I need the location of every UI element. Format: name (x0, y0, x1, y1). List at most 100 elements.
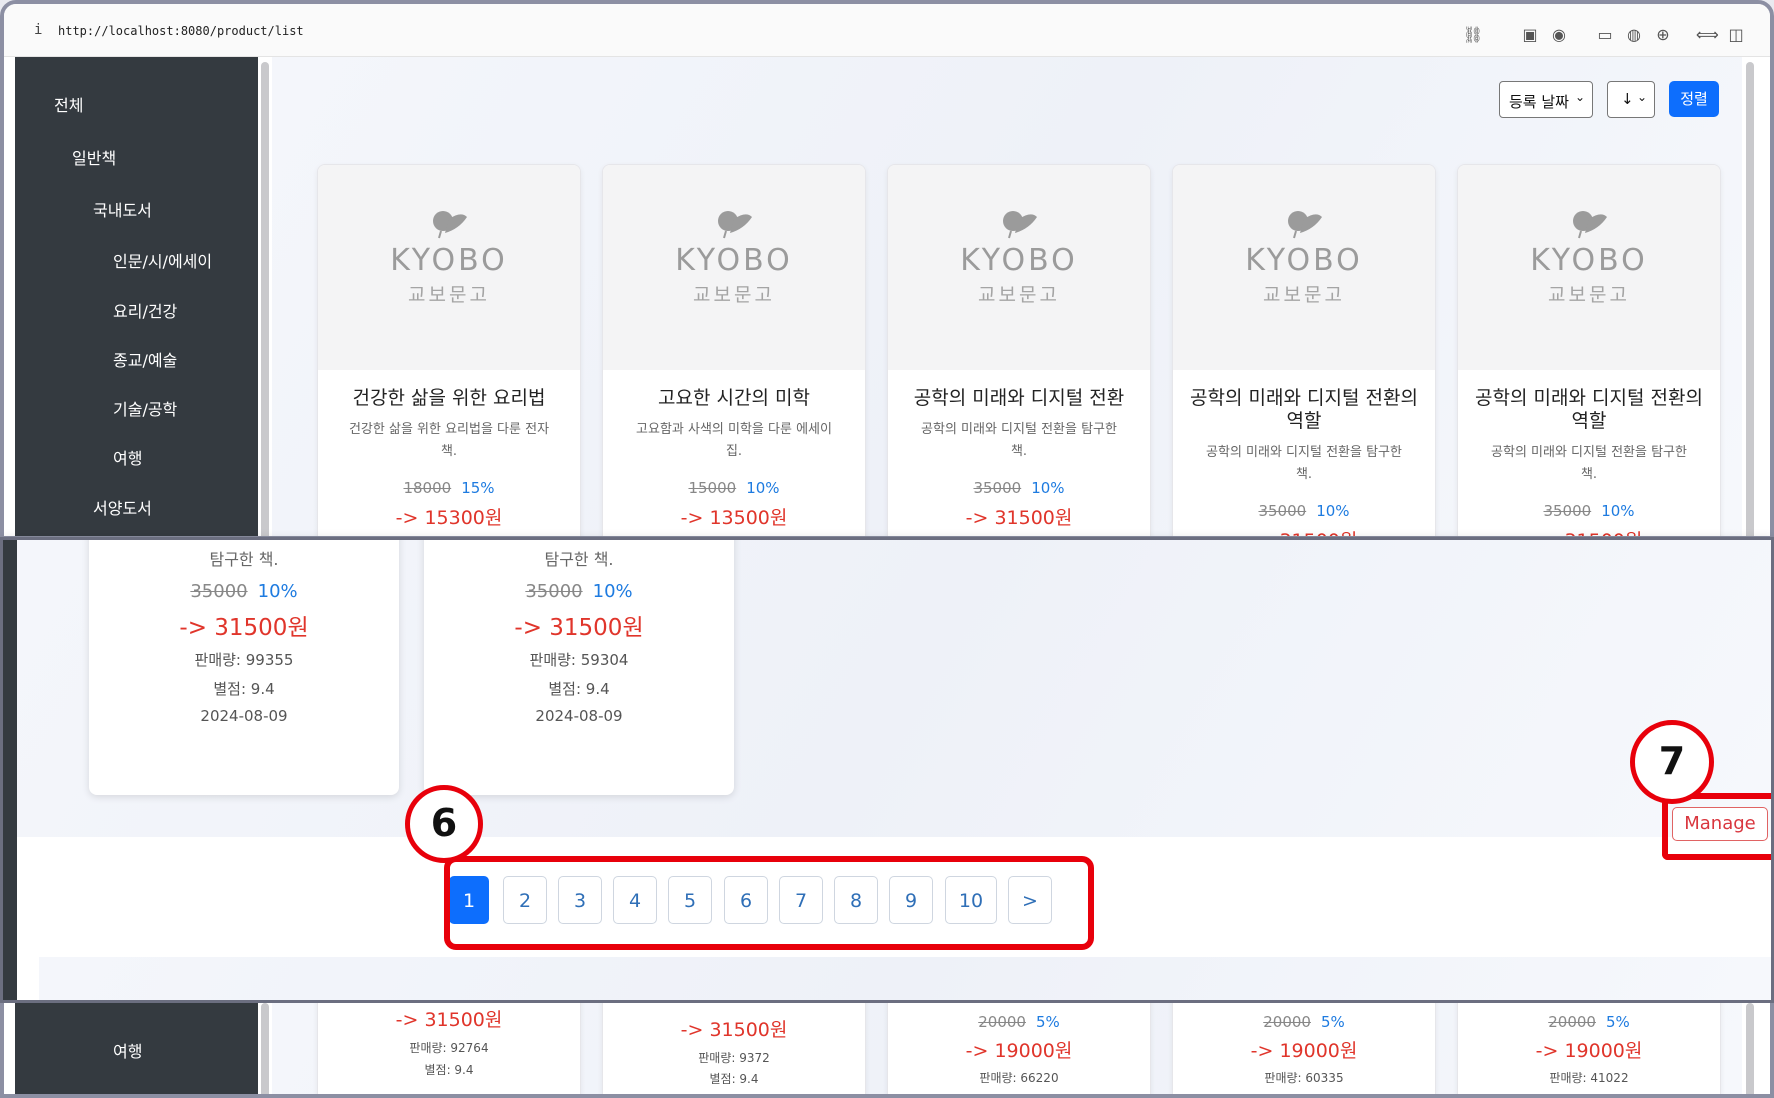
original-price: 35000 (973, 479, 1022, 497)
original-price: 20000 (1548, 1013, 1596, 1031)
product-card[interactable]: 탐구한 책. 35000 10% -> 31500원 판매량: 59304 별점:… (424, 540, 734, 795)
original-price: 35000 (190, 581, 248, 602)
globe-icon[interactable]: ◍ (1623, 24, 1645, 46)
final-price: -> 13500원 (680, 507, 788, 529)
product-description: 공학의 미래와 디지털 전환을 탐구한 책. (921, 422, 1117, 459)
final-price: -> 31500원 (179, 615, 309, 641)
sales-count: 판매량: 59304 (529, 651, 629, 669)
product-card[interactable]: 20000 5% -> 19000원 판매량: 41022 (1457, 1003, 1721, 1094)
sort-button[interactable]: 정렬 (1669, 81, 1719, 117)
product-card[interactable]: 20000 5% -> 19000원 판매량: 60335 (1172, 1003, 1436, 1094)
original-price: 35000 (1258, 502, 1307, 520)
original-price: 35000 (1543, 502, 1592, 520)
sidebar-item-travel[interactable]: 여행 (113, 1038, 142, 1062)
product-card[interactable]: KYOBO 교보문고 공학의 미래와 디지털 전환 공학의 미래와 디지털 전환… (887, 164, 1151, 536)
product-title: 공학의 미래와 디지털 전환 (913, 387, 1125, 409)
sidebar-scrollbar[interactable] (261, 1003, 269, 1094)
crosshair-icon[interactable]: ⊕ (1652, 24, 1674, 46)
sort-field-value: 등록 날짜 (1509, 93, 1569, 111)
product-card[interactable]: -> 31500원 판매량: 9372 별점: 9.4 (602, 1003, 866, 1094)
price-row: 35000 10% (424, 581, 734, 602)
discount-rate: 10% (1601, 502, 1635, 520)
discount-rate: 5% (1605, 1013, 1630, 1031)
price-row: 35000 10% (1458, 502, 1720, 520)
sidebar-item-all[interactable]: 전체 (54, 92, 83, 116)
bird-logo-icon (433, 211, 467, 239)
discount-rate: 5% (1035, 1013, 1060, 1031)
address-bar[interactable]: i http://localhost:8080/product/list ⛓ ▣… (4, 4, 1770, 57)
main-scrollbar[interactable] (1746, 62, 1754, 536)
product-card[interactable]: 20000 5% -> 19000원 판매량: 66220 (887, 1003, 1151, 1094)
logo-korean: 교보문고 (408, 284, 490, 306)
final-price: -> 31500원 (965, 507, 1073, 529)
logo-english: KYOBO (390, 243, 508, 278)
code-icon[interactable]: ⟺ (1696, 24, 1719, 46)
product-card[interactable]: 탐구한 책. 35000 10% -> 31500원 판매량: 99355 별점:… (89, 540, 399, 795)
product-description: 공학의 미래와 디지털 전환을 탐구한 책. (1206, 445, 1402, 482)
product-image: KYOBO 교보문고 (318, 165, 580, 370)
split-view-icon[interactable]: ◫ (1725, 24, 1747, 46)
bird-logo-icon (1003, 211, 1037, 239)
screenshot-icon[interactable]: ▣ (1519, 24, 1541, 46)
rating: 별점: 9.4 (213, 680, 275, 698)
price-row: 20000 5% (888, 1013, 1150, 1031)
sidebar-edge (3, 540, 17, 1000)
product-description: 공학의 미래와 디지털 전환을 탐구한 책. (1491, 445, 1687, 482)
bird-logo-icon (718, 211, 752, 239)
product-title: 건강한 삶을 위한 요리법 (352, 387, 546, 409)
camera-icon[interactable]: ◉ (1548, 24, 1570, 46)
sidebar-item-domestic[interactable]: 국내도서 (93, 197, 152, 221)
logo-english: KYOBO (1530, 243, 1648, 278)
logo-korean: 교보문고 (693, 284, 775, 306)
sidebar-item-humanities[interactable]: 인문/시/에세이 (113, 248, 212, 272)
sort-direction-value: ↓ (1621, 90, 1634, 108)
release-date: 2024-08-09 (535, 707, 623, 725)
rating: 별점: 9.4 (424, 1063, 474, 1077)
final-price: -> 19000원 (1535, 1040, 1643, 1062)
original-price: 20000 (978, 1013, 1026, 1031)
sidebar-item-religion-art[interactable]: 종교/예술 (113, 347, 177, 371)
info-icon[interactable]: i (34, 22, 42, 38)
sort-direction-select[interactable]: ↓ ⌄ (1607, 81, 1655, 118)
product-description: 고요함과 사색의 미학을 다룬 에세이집. (636, 422, 832, 459)
final-price: -> 15300원 (395, 507, 503, 529)
product-title: 공학의 미래와 디지털 전환의 역할 (1475, 387, 1703, 432)
product-image: KYOBO 교보문고 (603, 165, 865, 370)
main-scrollbar[interactable] (1746, 1003, 1754, 1094)
sidebar-item-cooking[interactable]: 요리/건강 (113, 298, 177, 322)
category-sidebar: 여행 (15, 1003, 258, 1094)
product-list-area-lower (39, 957, 1771, 1000)
sidebar-item-general-books[interactable]: 일반책 (72, 145, 116, 169)
logo-korean: 교보문고 (978, 284, 1060, 306)
original-price: 15000 (688, 479, 737, 497)
product-title: 고요한 시간의 미학 (658, 387, 810, 409)
product-description-tail: 탐구한 책. (544, 550, 614, 569)
sort-field-select[interactable]: 등록 날짜 ⌄ (1499, 81, 1593, 118)
product-description-tail: 탐구한 책. (209, 550, 279, 569)
sidebar-item-foreign[interactable]: 서양도서 (93, 495, 152, 519)
discount-rate: 10% (746, 479, 780, 497)
sidebar-item-tech[interactable]: 기술/공학 (113, 396, 177, 420)
link-icon[interactable]: ⛓ (1462, 24, 1484, 46)
product-image: KYOBO 교보문고 (1173, 165, 1435, 370)
sidebar-item-travel[interactable]: 여행 (113, 445, 142, 469)
logo-english: KYOBO (960, 243, 1078, 278)
price-row: 20000 5% (1173, 1013, 1435, 1031)
rating: 별점: 9.4 (548, 680, 610, 698)
product-card[interactable]: KYOBO 교보문고 고요한 시간의 미학 고요함과 사색의 미학을 다룬 에세… (602, 164, 866, 536)
url-text[interactable]: http://localhost:8080/product/list (58, 24, 304, 38)
pagination-highlight-box (444, 856, 1094, 950)
product-card[interactable]: KYOBO 교보문고 공학의 미래와 디지털 전환의 역할 공학의 미래와 디지… (1172, 164, 1436, 536)
product-card[interactable]: -> 31500원 판매량: 92764 별점: 9.4 (317, 1003, 581, 1094)
sales-count: 판매량: 60335 (1264, 1071, 1344, 1085)
final-price: -> 19000원 (965, 1040, 1073, 1062)
final-price: -> 31500원 (395, 1009, 503, 1031)
sidebar-scrollbar[interactable] (261, 62, 269, 536)
product-title: 공학의 미래와 디지털 전환의 역할 (1190, 387, 1418, 432)
product-card[interactable]: KYOBO 교보문고 공학의 미래와 디지털 전환의 역할 공학의 미래와 디지… (1457, 164, 1721, 536)
logo-korean: 교보문고 (1263, 284, 1345, 306)
terminal-icon[interactable]: ▭ (1594, 24, 1616, 46)
product-card[interactable]: KYOBO 교보문고 건강한 삶을 위한 요리법 건강한 삶을 위한 요리법을 … (317, 164, 581, 536)
logo-english: KYOBO (1245, 243, 1363, 278)
chevron-down-icon: ⌄ (1636, 90, 1647, 104)
